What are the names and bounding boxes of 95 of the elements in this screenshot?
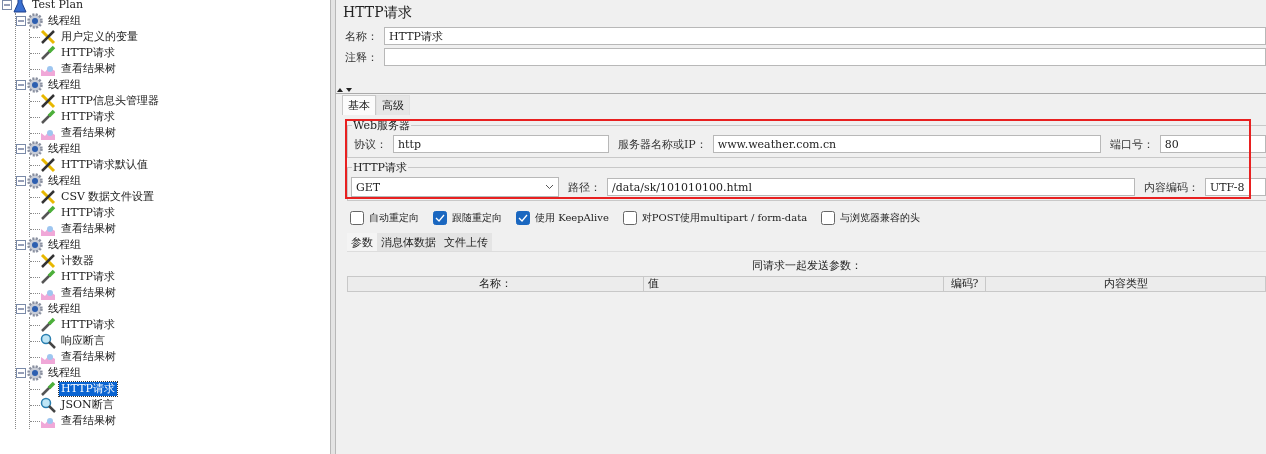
field-label: 服务器名称或IP： xyxy=(617,136,707,152)
caret-icon xyxy=(545,184,554,190)
tree-item[interactable]: CSV 数据文件设置 xyxy=(59,190,157,204)
gear-icon xyxy=(27,77,43,93)
tree-item[interactable]: 查看结果树 xyxy=(59,414,118,428)
pipette-icon xyxy=(40,109,56,125)
tree-item[interactable]: Test Plan xyxy=(30,0,86,12)
column-header[interactable]: 内容类型 xyxy=(986,276,1266,292)
tree-item[interactable]: HTTP请求 xyxy=(59,318,117,332)
wrench-icon xyxy=(40,157,56,173)
pipette-icon xyxy=(40,45,56,61)
tree-item[interactable]: 计数器 xyxy=(59,254,96,268)
collapse-arrows-icon[interactable] xyxy=(336,87,354,93)
tree-item[interactable]: HTTP请求 xyxy=(59,270,117,284)
checkbox[interactable] xyxy=(821,211,836,225)
pipette-icon xyxy=(40,381,56,397)
gear-icon xyxy=(27,301,43,317)
checkbox[interactable] xyxy=(433,211,447,225)
collapse-toggle[interactable] xyxy=(2,0,12,10)
field-label: 协议： xyxy=(353,136,387,152)
checkbox-label: 自动重定向 xyxy=(369,211,419,225)
field-label: 路径： xyxy=(567,179,601,195)
tab[interactable]: 基本 xyxy=(342,95,376,115)
field-label: 注释： xyxy=(344,49,378,65)
collapse-toggle[interactable] xyxy=(16,176,26,186)
tree-item[interactable]: HTTP信息头管理器 xyxy=(59,94,161,108)
collapse-toggle[interactable] xyxy=(16,144,26,154)
wrench-icon xyxy=(40,253,56,269)
collapse-toggle[interactable] xyxy=(16,16,26,26)
gear-icon xyxy=(27,13,43,29)
path-field[interactable]: /data/sk/101010100.html xyxy=(607,178,1135,196)
checkbox-label: 使用 KeepAlive xyxy=(535,211,609,225)
tree-item[interactable]: 响应断言 xyxy=(59,334,107,348)
tree-item[interactable]: 线程组 xyxy=(46,238,83,252)
pipette-icon xyxy=(40,317,56,333)
tab[interactable]: 参数 xyxy=(347,233,377,251)
pipette-icon xyxy=(40,205,56,221)
tree-item[interactable]: 查看结果树 xyxy=(59,286,118,300)
field-label: 端口号： xyxy=(1108,136,1154,152)
group-legend: HTTP请求 xyxy=(352,160,408,175)
tree-item[interactable]: JSON断言 xyxy=(59,398,116,412)
collapse-toggle[interactable] xyxy=(16,80,26,90)
tree-item[interactable]: 用户定义的变量 xyxy=(59,30,140,44)
table-caption: 同请求一起发送参数： xyxy=(750,258,863,274)
tab[interactable]: 消息体数据 xyxy=(377,233,440,251)
tree-item[interactable]: 查看结果树 xyxy=(59,62,118,76)
gear-icon xyxy=(27,173,43,189)
pipette-icon xyxy=(40,269,56,285)
tree-item[interactable]: HTTP请求 xyxy=(59,382,117,396)
tree-item[interactable]: 线程组 xyxy=(46,302,83,316)
field-label: 名称： xyxy=(344,28,378,44)
wrench-icon xyxy=(40,29,56,45)
tree-item[interactable]: 线程组 xyxy=(46,174,83,188)
encoding-field[interactable]: UTF-8 xyxy=(1205,178,1266,196)
column-header[interactable]: 值 xyxy=(644,276,944,292)
tab[interactable]: 高级 xyxy=(376,95,410,115)
tree-item[interactable]: HTTP请求默认值 xyxy=(59,158,150,172)
checkbox[interactable] xyxy=(622,211,637,225)
flask-icon xyxy=(13,0,27,13)
column-header[interactable]: 名称： xyxy=(347,276,644,292)
server-field[interactable]: www.weather.com.cn xyxy=(712,135,1101,153)
checkbox-label: 跟随重定向 xyxy=(452,211,502,225)
tree-item[interactable]: 线程组 xyxy=(46,366,83,380)
tree-item[interactable]: 线程组 xyxy=(46,78,83,92)
tree-item[interactable]: HTTP请求 xyxy=(59,46,117,60)
panel-title: HTTP请求 xyxy=(342,4,413,22)
gear-icon xyxy=(27,365,43,381)
port-field[interactable]: 80 xyxy=(1159,135,1266,153)
method-select[interactable]: GET xyxy=(351,177,559,197)
protocol-field[interactable]: http xyxy=(393,135,609,153)
collapse-toggle[interactable] xyxy=(16,240,26,250)
wrench-icon xyxy=(40,189,56,205)
tree-item[interactable]: HTTP请求 xyxy=(59,206,117,220)
tree-item[interactable]: 线程组 xyxy=(46,142,83,156)
field-label: 内容编码： xyxy=(1143,179,1199,195)
tree-item[interactable]: 查看结果树 xyxy=(59,350,118,364)
gear-icon xyxy=(27,237,43,253)
tab[interactable]: 文件上传 xyxy=(440,233,492,251)
checkbox-label: 与浏览器兼容的头 xyxy=(840,211,921,225)
tree-item[interactable]: 查看结果树 xyxy=(59,126,118,140)
comment-field[interactable] xyxy=(384,48,1266,66)
tree-item[interactable]: HTTP请求 xyxy=(59,110,117,124)
tree-item[interactable]: 查看结果树 xyxy=(59,222,118,236)
checkbox-label: 对POST使用multipart / form-data xyxy=(641,211,808,225)
checkbox[interactable] xyxy=(350,211,364,225)
name-field[interactable]: HTTP请求 xyxy=(384,27,1266,45)
tree-item[interactable]: 线程组 xyxy=(46,14,83,28)
gear-icon xyxy=(27,141,43,157)
wrench-icon xyxy=(40,93,56,109)
collapse-toggle[interactable] xyxy=(16,368,26,378)
checkbox[interactable] xyxy=(516,211,530,225)
collapse-toggle[interactable] xyxy=(16,304,26,314)
magnifier-icon xyxy=(40,397,56,413)
magnifier-icon xyxy=(40,333,56,349)
column-header[interactable]: 编码? xyxy=(944,276,986,292)
